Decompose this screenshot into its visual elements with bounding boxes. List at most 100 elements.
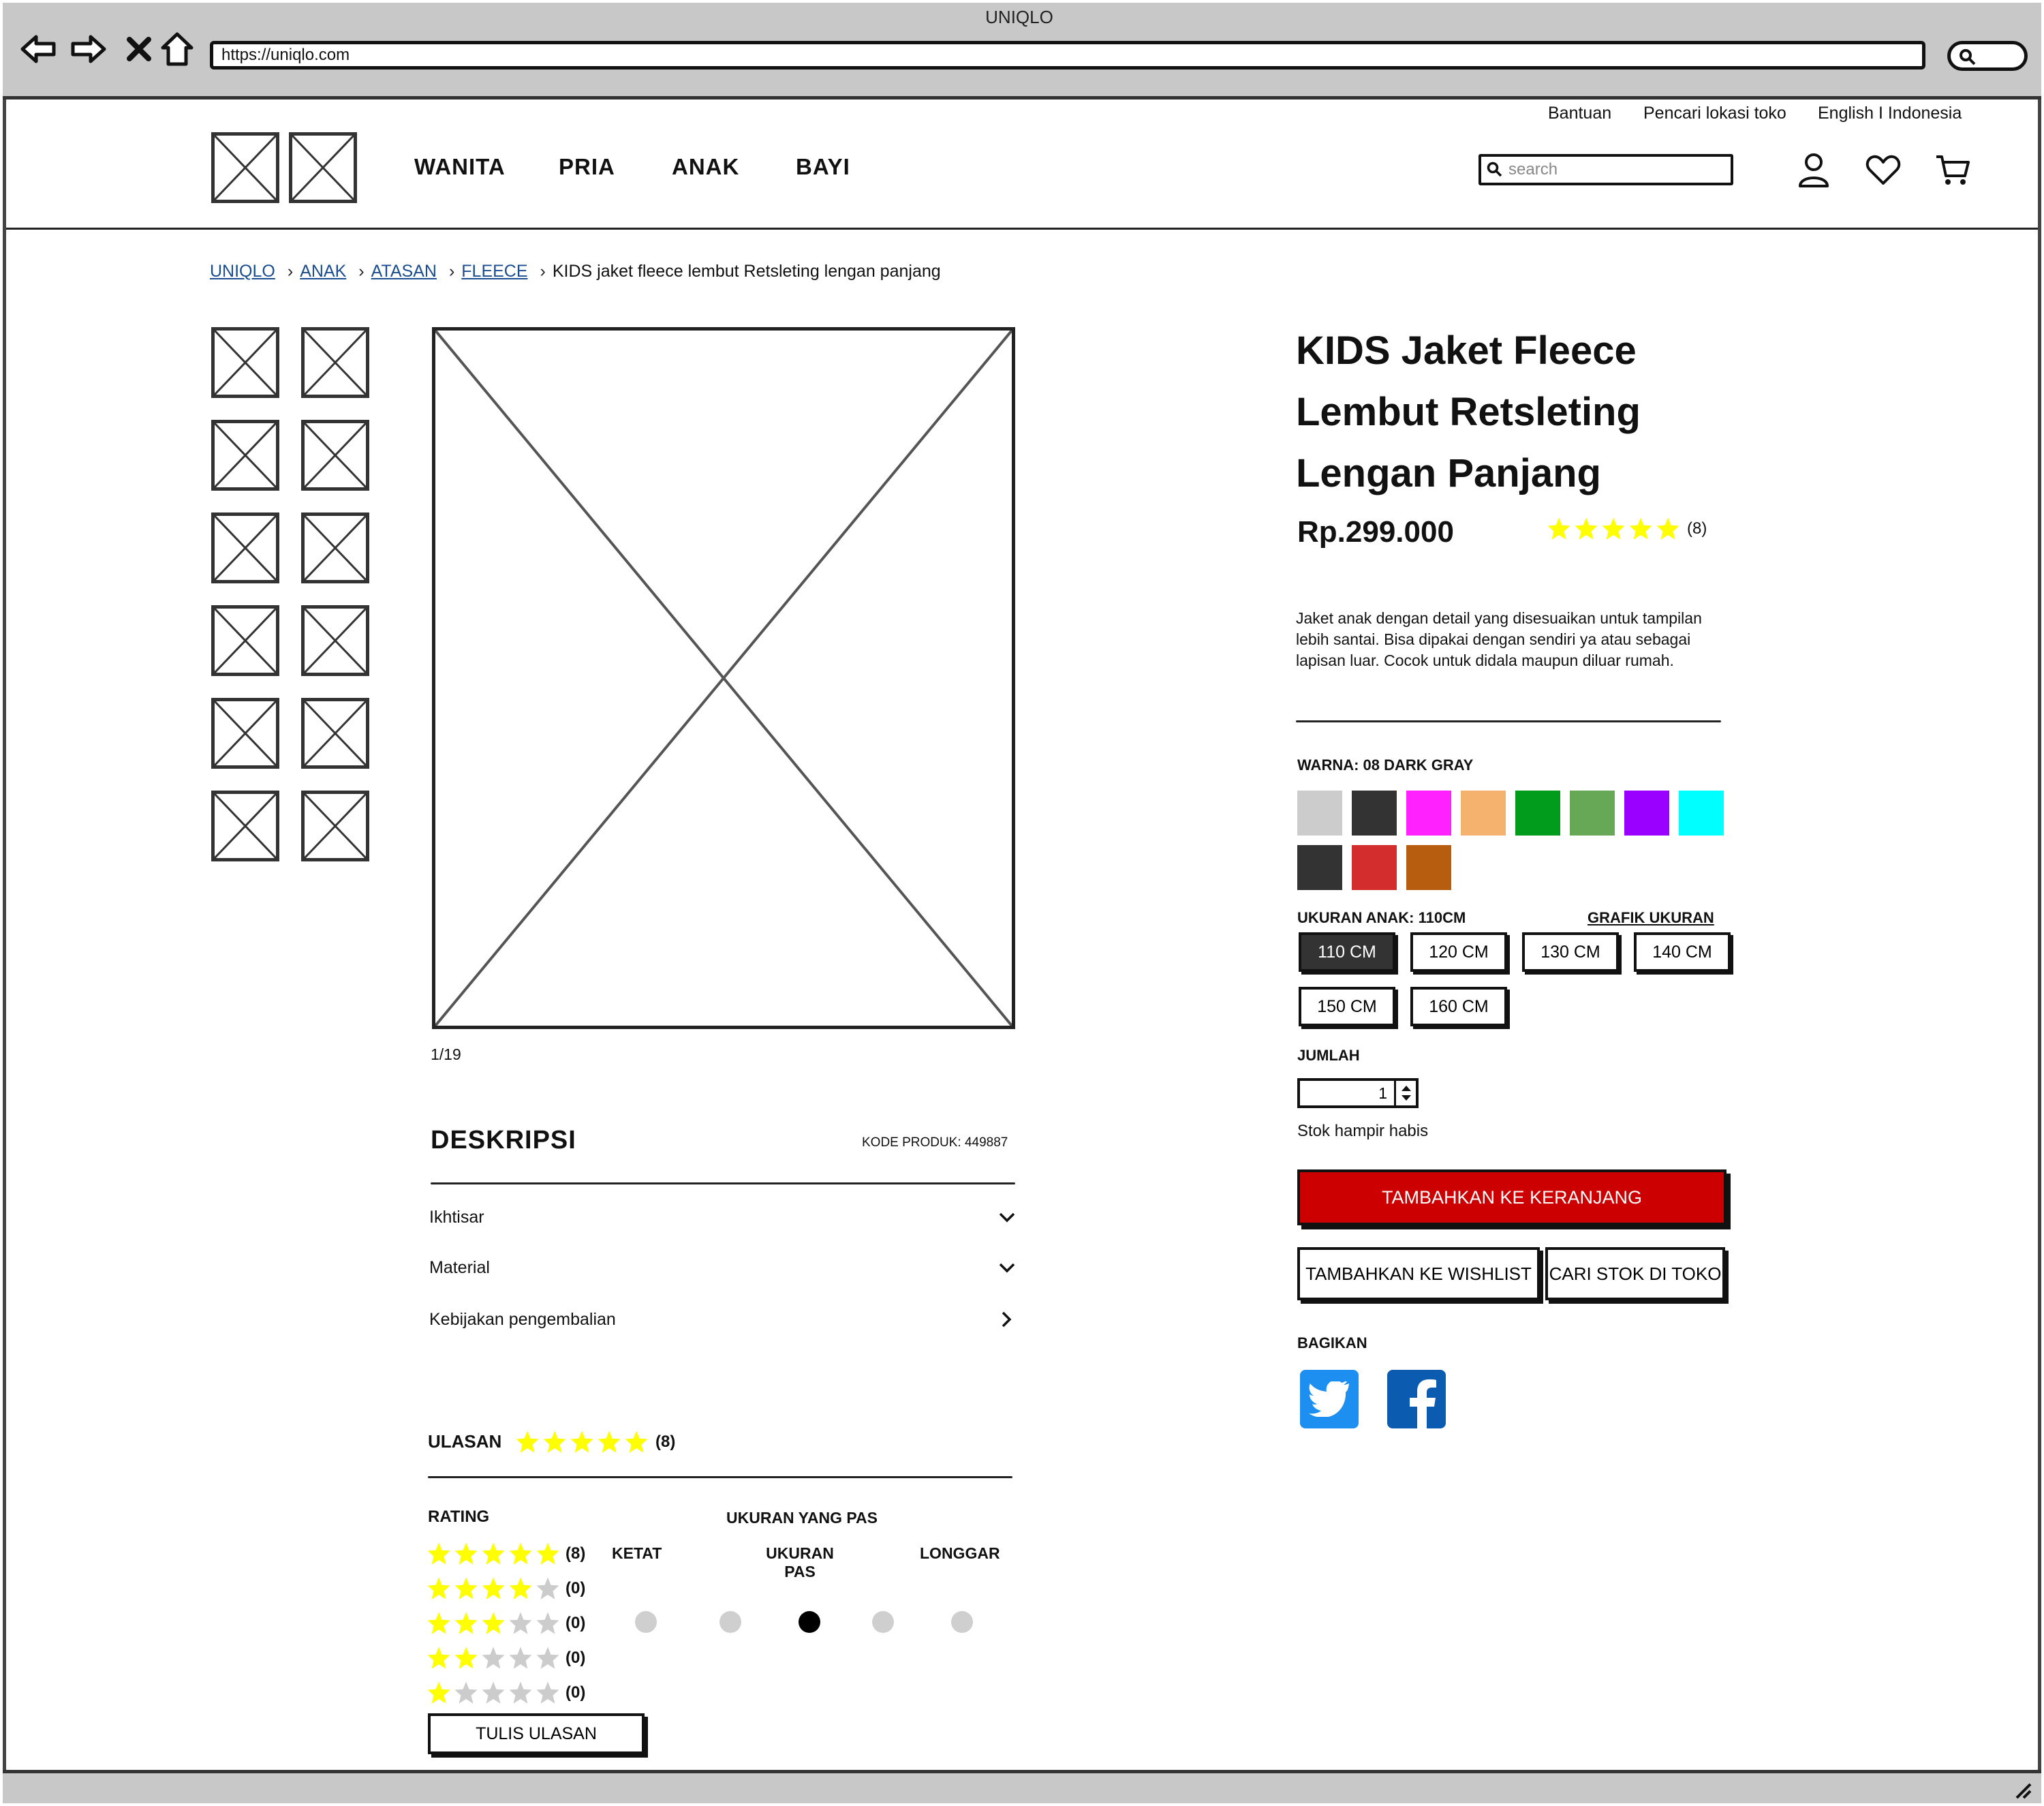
- user-icon[interactable]: [1793, 150, 1834, 191]
- find-in-store-button[interactable]: CARI STOK DI TOKO: [1545, 1247, 1725, 1300]
- accordion-overview[interactable]: Ikhtisar: [429, 1204, 1017, 1231]
- thumbnail-image[interactable]: [211, 327, 279, 398]
- color-swatch[interactable]: [1570, 791, 1615, 836]
- thumbnail-image[interactable]: [301, 327, 369, 398]
- add-to-wishlist-button[interactable]: TAMBAHKAN KE WISHLIST: [1297, 1247, 1540, 1300]
- search-icon: [1487, 162, 1502, 177]
- fit-label-tight: KETAT: [612, 1544, 662, 1562]
- share-label: BAGIKAN: [1297, 1334, 1367, 1351]
- thumbnail-image[interactable]: [301, 512, 369, 583]
- thumbnail-image[interactable]: [211, 698, 279, 769]
- star-filled-icon: [482, 1577, 505, 1600]
- star-filled-icon: [509, 1577, 532, 1600]
- back-icon[interactable]: [19, 30, 57, 68]
- logo-image[interactable]: [211, 132, 279, 203]
- product-rating[interactable]: (8): [1547, 517, 1707, 541]
- breadcrumb-link[interactable]: ATASAN: [371, 262, 437, 281]
- thumbnail-image[interactable]: [211, 420, 279, 491]
- accordion-return-policy[interactable]: Kebijakan pengembalian: [429, 1306, 1017, 1333]
- product-description: Jaket anak dengan detail yang disesuaika…: [1296, 609, 1702, 669]
- star-filled-icon: [516, 1430, 539, 1453]
- color-swatch[interactable]: [1297, 791, 1342, 836]
- size-chart-link[interactable]: GRAFIK UKURAN: [1588, 909, 1714, 927]
- thumbnail-image[interactable]: [211, 512, 279, 583]
- chevron-down-icon: [999, 1212, 1015, 1223]
- size-option-button[interactable]: 150 CM: [1299, 987, 1395, 1026]
- add-to-cart-button[interactable]: TAMBAHKAN KE KERANJANG: [1297, 1169, 1726, 1225]
- facebook-icon[interactable]: [1387, 1370, 1446, 1428]
- search-input[interactable]: [1508, 160, 1713, 179]
- size-option-button[interactable]: 160 CM: [1410, 987, 1507, 1026]
- address-bar[interactable]: https://uniqlo.com: [210, 41, 1925, 70]
- increment-icon[interactable]: [1400, 1084, 1412, 1092]
- star-empty-icon: [482, 1681, 505, 1704]
- store-locator-link[interactable]: Pencari lokasi toko: [1643, 104, 1786, 123]
- product-code: KODE PRODUK: 449887: [862, 1135, 1008, 1150]
- thumbnail-image[interactable]: [211, 605, 279, 676]
- chevron-right-icon: ›: [287, 262, 294, 281]
- nav-category-bayi[interactable]: BAYI: [796, 154, 850, 180]
- language-switch[interactable]: English I Indonesia: [1818, 104, 1962, 123]
- cart-icon[interactable]: [1932, 150, 1973, 191]
- nav-category-anak[interactable]: ANAK: [672, 154, 739, 180]
- star-rating: [427, 1542, 560, 1566]
- star-filled-icon: [427, 1542, 450, 1565]
- thumbnail-image[interactable]: [301, 605, 369, 676]
- quantity-stepper[interactable]: [1297, 1078, 1419, 1108]
- twitter-icon[interactable]: [1300, 1370, 1359, 1428]
- search-icon: [1960, 49, 1976, 65]
- color-swatch[interactable]: [1352, 791, 1397, 836]
- size-option-button[interactable]: 110 CM: [1299, 932, 1395, 972]
- rating-row[interactable]: (0): [427, 1576, 585, 1601]
- home-icon[interactable]: [158, 30, 196, 68]
- stop-icon[interactable]: [120, 30, 158, 68]
- color-swatch[interactable]: [1406, 845, 1451, 890]
- color-swatch[interactable]: [1406, 791, 1451, 836]
- quantity-spinner[interactable]: [1394, 1081, 1416, 1105]
- size-option-button[interactable]: 140 CM: [1634, 932, 1731, 972]
- star-filled-icon: [543, 1430, 566, 1453]
- breadcrumb-link[interactable]: ANAK: [300, 262, 346, 281]
- thumbnail-image[interactable]: [211, 791, 279, 861]
- size-option-button[interactable]: 120 CM: [1410, 932, 1507, 972]
- write-review-button[interactable]: TULIS ULASAN: [428, 1713, 645, 1754]
- nav-category-wanita[interactable]: WANITA: [414, 154, 506, 180]
- decrement-icon[interactable]: [1400, 1094, 1412, 1102]
- color-swatch[interactable]: [1515, 791, 1560, 836]
- browser-search-field[interactable]: [1947, 41, 2028, 71]
- heart-icon[interactable]: [1863, 150, 1904, 191]
- color-swatch[interactable]: [1461, 791, 1506, 836]
- thumbnail-image[interactable]: [301, 420, 369, 491]
- rating-row[interactable]: (0): [427, 1611, 585, 1636]
- nav-category-pria[interactable]: PRIA: [559, 154, 615, 180]
- color-swatch[interactable]: [1352, 845, 1397, 890]
- chevron-right-icon: ›: [448, 262, 455, 281]
- thumbnail-image[interactable]: [301, 698, 369, 769]
- breadcrumb-link[interactable]: UNIQLO: [210, 262, 275, 281]
- thumbnail-image[interactable]: [301, 791, 369, 861]
- color-swatch[interactable]: [1679, 791, 1724, 836]
- search-field[interactable]: [1478, 154, 1733, 185]
- divider: [431, 1182, 1015, 1184]
- logo-image[interactable]: [289, 132, 357, 203]
- rating-row[interactable]: (0): [427, 1646, 585, 1670]
- star-rating: [1547, 517, 1680, 541]
- resize-grip-icon[interactable]: [2011, 1779, 2032, 1799]
- description-heading: DESKRIPSI: [431, 1126, 576, 1154]
- browser-statusbar: [3, 1770, 2041, 1803]
- quantity-input[interactable]: [1300, 1081, 1394, 1105]
- reviews-summary: (8): [515, 1430, 675, 1454]
- fit-label-true: UKURAN PAS: [766, 1544, 834, 1580]
- accordion-material[interactable]: Material: [429, 1254, 1017, 1281]
- breadcrumb-link[interactable]: FLEECE: [461, 262, 527, 281]
- color-swatch[interactable]: [1624, 791, 1669, 836]
- star-filled-icon: [427, 1577, 450, 1600]
- star-filled-icon: [427, 1647, 450, 1669]
- rating-row[interactable]: (8): [427, 1542, 585, 1566]
- rating-row[interactable]: (0): [427, 1681, 585, 1705]
- size-option-button[interactable]: 130 CM: [1522, 932, 1619, 972]
- product-image[interactable]: [432, 327, 1015, 1029]
- color-swatch[interactable]: [1297, 845, 1342, 890]
- help-link[interactable]: Bantuan: [1548, 104, 1611, 123]
- forward-icon[interactable]: [69, 30, 108, 68]
